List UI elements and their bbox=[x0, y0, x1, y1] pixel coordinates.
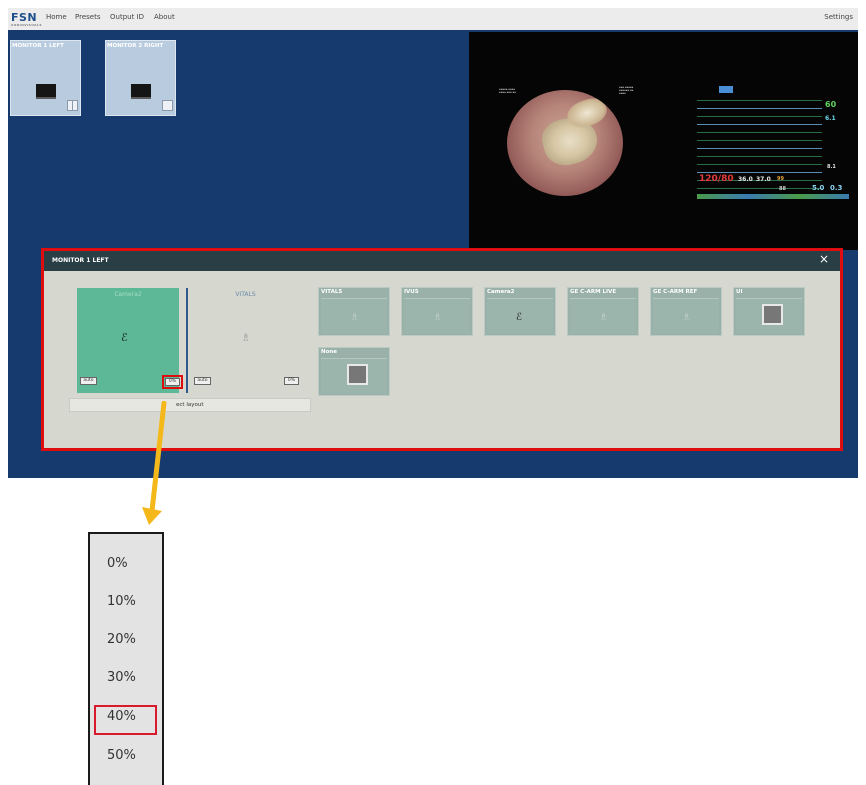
waveform bbox=[697, 188, 822, 189]
square-icon bbox=[762, 304, 783, 325]
vital-value: 6.1 bbox=[825, 115, 836, 122]
vital-value: 88 bbox=[779, 186, 786, 192]
camera-icon: ℰ bbox=[516, 312, 523, 323]
slot-mode-select[interactable]: auto bbox=[80, 377, 97, 385]
fsn-logo[interactable]: FSN AUDIOVISUALS bbox=[11, 11, 42, 27]
waveform bbox=[697, 124, 822, 125]
vitals-monitor-image: 60 6.1 8.1 120/80 36.0 37.0 99 88 5.0 0.… bbox=[697, 82, 852, 232]
hr-value: 60 bbox=[825, 100, 837, 109]
nav-about[interactable]: About bbox=[154, 13, 175, 21]
percent-dropdown-zoom: 0% 10% 20% 30% 40% 50% bbox=[88, 532, 164, 785]
waveform bbox=[697, 116, 822, 117]
generic-source-icon: ♗ bbox=[682, 312, 691, 323]
monitor-preview: ▪▪▪▪▪ ▪▪▪▪ ▪▪▪▪ ▪▪▪ ▪▪ ▪▪▪ ▪▪▪▪▪ ▪▪▪▪▪▪ ▪▪… bbox=[469, 32, 858, 250]
monitor-icon bbox=[131, 84, 151, 99]
select-layout-label: ect layout bbox=[176, 402, 204, 408]
nav-home[interactable]: Home bbox=[46, 13, 67, 21]
waveform bbox=[697, 148, 822, 149]
dialog-title-bar: MONITOR 1 LEFT × bbox=[44, 251, 840, 271]
source-tile-ui[interactable]: UI bbox=[733, 287, 805, 336]
top-nav-bar: FSN AUDIOVISUALS Home Presets Output ID A… bbox=[8, 8, 858, 30]
generic-source-icon: ♗ bbox=[350, 312, 359, 323]
waveform bbox=[697, 100, 822, 101]
waveform bbox=[697, 140, 822, 141]
camera-icon: ℰ bbox=[121, 331, 128, 344]
close-icon[interactable]: × bbox=[819, 252, 829, 266]
square-icon bbox=[347, 364, 368, 385]
vitals-bottom-bar bbox=[697, 194, 849, 199]
vital-value: 8.1 bbox=[827, 164, 836, 170]
waveform bbox=[697, 108, 822, 109]
select-layout-button[interactable]: ect layout bbox=[69, 398, 311, 412]
split-layout-icon[interactable] bbox=[67, 100, 78, 111]
percent-option[interactable]: 20% bbox=[107, 632, 136, 647]
percent-option[interactable]: 10% bbox=[107, 594, 136, 609]
waveform bbox=[697, 172, 822, 173]
source-tile-none[interactable]: None bbox=[318, 347, 390, 396]
source-label: IVUS bbox=[404, 289, 419, 295]
source-label: VITALS bbox=[321, 289, 343, 295]
monitor-card-title: MONITOR 2 RIGHT bbox=[107, 43, 164, 49]
slot-source-name: VITALS bbox=[235, 291, 256, 298]
vital-value: 99 bbox=[777, 176, 784, 182]
source-label: None bbox=[321, 349, 338, 355]
preview-overlay-text: ▪▪▪ ▪▪▪▪▪ ▪▪▪▪▪▪ ▪▪ ▪▪▪▪ bbox=[619, 86, 634, 95]
callout-arrow bbox=[142, 401, 167, 525]
source-label: GE C-ARM LIVE bbox=[570, 289, 617, 295]
waveform bbox=[697, 156, 822, 157]
source-tile-ge-c-arm-ref[interactable]: GE C-ARM REF ♗ bbox=[650, 287, 722, 336]
monitor-card-1[interactable]: MONITOR 1 LEFT bbox=[10, 40, 81, 116]
single-layout-icon[interactable] bbox=[162, 100, 173, 111]
bp-value: 120/80 bbox=[699, 174, 734, 184]
vital-value: 0.3 bbox=[830, 184, 843, 192]
percent-option[interactable]: 30% bbox=[107, 670, 136, 685]
vital-value: 5.0 bbox=[812, 184, 825, 192]
nav-presets[interactable]: Presets bbox=[75, 13, 100, 21]
temp-value: 37.0 bbox=[756, 176, 771, 183]
slot-percent-select[interactable]: 0% bbox=[284, 377, 299, 385]
generic-source-icon: ♗ bbox=[599, 312, 608, 323]
workspace: MONITOR 1 LEFT MONITOR 2 RIGHT ▪▪▪▪▪ ▪▪▪… bbox=[8, 30, 858, 478]
nav-settings[interactable]: Settings bbox=[824, 13, 853, 21]
waveform bbox=[697, 164, 822, 165]
source-tile-camera2[interactable]: Camera2 ℰ bbox=[484, 287, 556, 336]
source-tile-ge-c-arm-live[interactable]: GE C-ARM LIVE ♗ bbox=[567, 287, 639, 336]
preview-overlay-text: ▪▪▪▪▪ ▪▪▪▪ ▪▪▪▪ ▪▪▪ ▪▪ bbox=[499, 88, 516, 94]
slot-mode-select[interactable]: auto bbox=[194, 377, 211, 385]
arrow-shaft bbox=[149, 401, 167, 514]
monitor-card-title: MONITOR 1 LEFT bbox=[12, 43, 64, 49]
waveform bbox=[697, 132, 822, 133]
monitor-card-2[interactable]: MONITOR 2 RIGHT bbox=[105, 40, 176, 116]
slot-percent-select[interactable]: 0% bbox=[165, 378, 180, 386]
source-tile-ivus[interactable]: IVUS ♗ bbox=[401, 287, 473, 336]
vitals-header-tab bbox=[719, 86, 733, 93]
source-label: GE C-ARM REF bbox=[653, 289, 698, 295]
source-tile-vitals[interactable]: VITALS ♗ bbox=[318, 287, 390, 336]
arrow-head bbox=[142, 507, 162, 525]
percent-option-selected[interactable]: 40% bbox=[107, 709, 136, 724]
endoscope-image bbox=[507, 90, 623, 196]
percent-option[interactable]: 50% bbox=[107, 748, 136, 763]
source-label: Camera2 bbox=[487, 289, 515, 295]
temp-value: 36.0 bbox=[738, 176, 753, 183]
source-label: UI bbox=[736, 289, 743, 295]
monitor-icon bbox=[36, 84, 56, 99]
dialog-title: MONITOR 1 LEFT bbox=[52, 257, 109, 264]
percent-option[interactable]: 0% bbox=[107, 556, 128, 571]
slot-divider[interactable] bbox=[186, 288, 188, 393]
layout-slot-2[interactable]: VITALS ♗ auto 0% bbox=[190, 288, 301, 393]
slot-source-name: Camera2 bbox=[114, 291, 142, 298]
generic-source-icon: ♗ bbox=[433, 312, 442, 323]
nav-output-id[interactable]: Output ID bbox=[110, 13, 144, 21]
generic-source-icon: ♗ bbox=[241, 331, 251, 344]
